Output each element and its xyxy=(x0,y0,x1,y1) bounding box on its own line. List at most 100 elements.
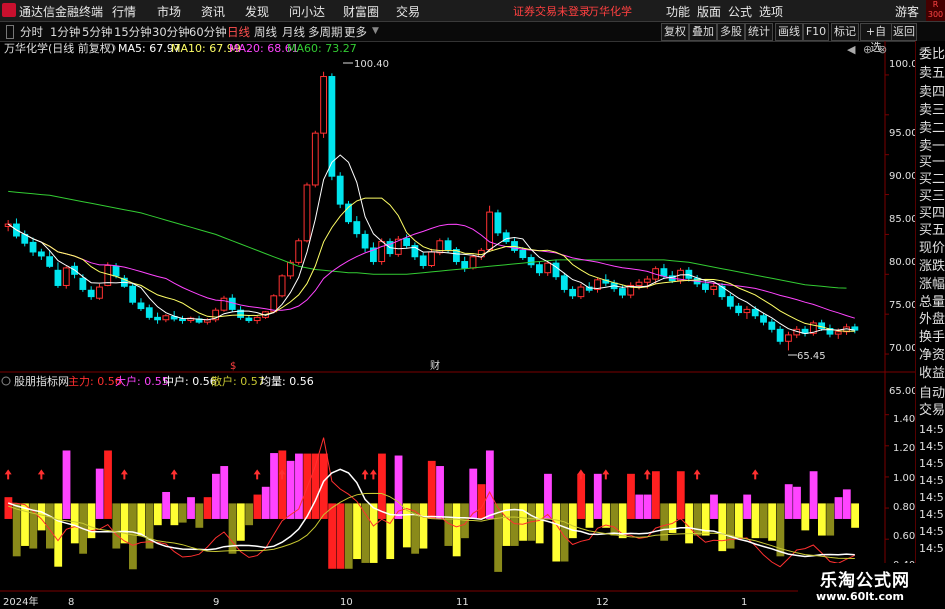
menu-quotes[interactable]: 行情 xyxy=(112,3,136,20)
auto-trade-label[interactable]: 自动 xyxy=(919,386,945,402)
panel-item[interactable]: 卖一 xyxy=(919,139,945,155)
panel-toggle-icon[interactable] xyxy=(6,25,14,39)
menu-options[interactable]: 选项 xyxy=(759,3,783,20)
finance-marker[interactable]: 财 xyxy=(430,359,440,372)
panel-item[interactable]: 买三 xyxy=(919,189,945,205)
indicator-bar xyxy=(544,473,552,519)
panel-item[interactable]: 涨跌 xyxy=(919,259,945,275)
menu-formula[interactable]: 公式 xyxy=(728,3,752,20)
tab-monthly[interactable]: 月线 xyxy=(282,24,305,40)
indicator-bar xyxy=(178,503,187,523)
tab-multi-period[interactable]: 多周期 xyxy=(308,24,343,40)
price-chart[interactable]: 万华化学(日线 前复权) MA5: 67.97 MA10: 67.99 MA20… xyxy=(0,41,915,609)
adjust-button[interactable]: 复权 xyxy=(661,23,689,41)
tab-30min[interactable]: 30分钟 xyxy=(152,24,190,40)
buy-signal-arrow-icon xyxy=(751,469,759,480)
back-button[interactable]: 返回 xyxy=(891,23,917,41)
menu-trade[interactable]: 交易 xyxy=(396,3,420,20)
candle-body xyxy=(544,262,552,274)
tab-intraday[interactable]: 分时 xyxy=(20,24,43,40)
candle-body xyxy=(154,316,161,321)
candle-body xyxy=(743,308,751,314)
candle-body xyxy=(486,211,494,251)
auto-trade-label[interactable]: 交易 xyxy=(919,403,945,419)
buy-signal-arrow-icon xyxy=(120,469,128,480)
panel-item[interactable]: 买一 xyxy=(919,155,945,171)
more-dropdown-icon[interactable]: ▼ xyxy=(372,26,379,36)
main-force-label: 主力: 0.56 xyxy=(68,375,122,388)
buy-signal-arrow-icon xyxy=(361,469,369,480)
menu-function[interactable]: 功能 xyxy=(666,3,690,20)
stats-button[interactable]: 统计 xyxy=(745,23,773,41)
menu-news[interactable]: 资讯 xyxy=(201,3,225,20)
candle-body xyxy=(685,269,693,279)
price-tick: 95.00 xyxy=(889,128,915,139)
menu-discover[interactable]: 发现 xyxy=(245,3,269,20)
tab-weekly[interactable]: 周线 xyxy=(254,24,277,40)
panel-item[interactable]: 卖五 xyxy=(919,66,945,82)
sub-tick: 1.20 xyxy=(893,443,915,454)
collapse-icon[interactable]: ⊗ xyxy=(878,43,887,56)
tick-time: 14:5 xyxy=(919,457,944,470)
login-status[interactable]: 证券交易未登录 xyxy=(513,3,590,19)
tab-60min[interactable]: 60分钟 xyxy=(189,24,227,40)
panel-item[interactable]: 换手 xyxy=(919,330,945,346)
price-tick: 85.00 xyxy=(889,214,915,225)
draw-line-button[interactable]: 画线 xyxy=(775,23,803,41)
panel-item[interactable]: 总量 xyxy=(919,295,945,311)
indicator-bar xyxy=(104,450,112,519)
add-watchlist-button[interactable]: +自选 xyxy=(860,23,892,54)
expand-icon[interactable]: ⊕ xyxy=(863,43,872,56)
indicator-bar xyxy=(768,503,776,541)
sub-settings-icon[interactable] xyxy=(1,376,11,386)
panel-item[interactable]: 净资 xyxy=(919,348,945,364)
tab-daily[interactable]: 日线 xyxy=(227,24,250,40)
candle-body xyxy=(702,283,709,290)
indicator-bar xyxy=(817,503,826,536)
current-stock-name: 万华化学 xyxy=(588,5,632,18)
indicator-bar xyxy=(220,466,229,519)
multi-stock-button[interactable]: 多股 xyxy=(717,23,745,41)
indicator-bar xyxy=(21,503,29,546)
menu-wealth[interactable]: 财富圈 xyxy=(343,3,379,20)
indicator-bar xyxy=(842,489,851,519)
panel-item[interactable]: 现价 xyxy=(919,241,945,257)
panel-item[interactable]: 收益 xyxy=(919,366,945,382)
candle-body xyxy=(660,268,668,277)
panel-item[interactable]: 涨幅 xyxy=(919,277,945,293)
candle-body xyxy=(834,331,842,335)
panel-item[interactable]: 买二 xyxy=(919,172,945,188)
overlay-button[interactable]: 叠加 xyxy=(689,23,717,41)
guest-label[interactable]: 游客 xyxy=(895,3,919,20)
panel-item[interactable]: 买五 xyxy=(919,223,945,239)
tab-5min[interactable]: 5分钟 xyxy=(82,24,112,40)
menu-ask[interactable]: 问小达 xyxy=(289,3,325,20)
candle-body xyxy=(751,308,759,317)
prev-icon[interactable]: ◀ xyxy=(847,43,856,56)
panel-item[interactable]: 卖四 xyxy=(919,85,945,101)
buy-signal-arrow-icon xyxy=(4,469,12,480)
f10-button[interactable]: F10 xyxy=(803,23,829,41)
menu-layout[interactable]: 版面 xyxy=(697,3,721,20)
panel-item[interactable]: 外盘 xyxy=(919,312,945,328)
indicator-bar xyxy=(793,486,801,519)
menu-market[interactable]: 市场 xyxy=(157,3,181,20)
panel-item[interactable]: 卖三 xyxy=(919,103,945,119)
indicator-bar xyxy=(253,494,262,519)
panel-item[interactable]: 卖二 xyxy=(919,121,945,137)
candle-body xyxy=(29,241,37,253)
price-tick: 90.00 xyxy=(889,171,915,182)
tab-more[interactable]: 更多 xyxy=(344,24,367,40)
indicator-bar xyxy=(195,503,204,528)
candle-body xyxy=(735,305,743,314)
tab-1min[interactable]: 1分钟 xyxy=(50,24,80,40)
tab-15min[interactable]: 15分钟 xyxy=(114,24,152,40)
candle-body xyxy=(619,288,626,296)
indicator-bar xyxy=(593,473,602,519)
mark-button[interactable]: 标记 xyxy=(831,23,859,41)
dividend-marker[interactable]: $ xyxy=(230,361,236,372)
indicator-bar xyxy=(120,503,129,544)
panel-item[interactable]: 买四 xyxy=(919,206,945,222)
panel-item[interactable]: 委比 xyxy=(919,47,945,63)
indicator-bar xyxy=(311,453,320,519)
